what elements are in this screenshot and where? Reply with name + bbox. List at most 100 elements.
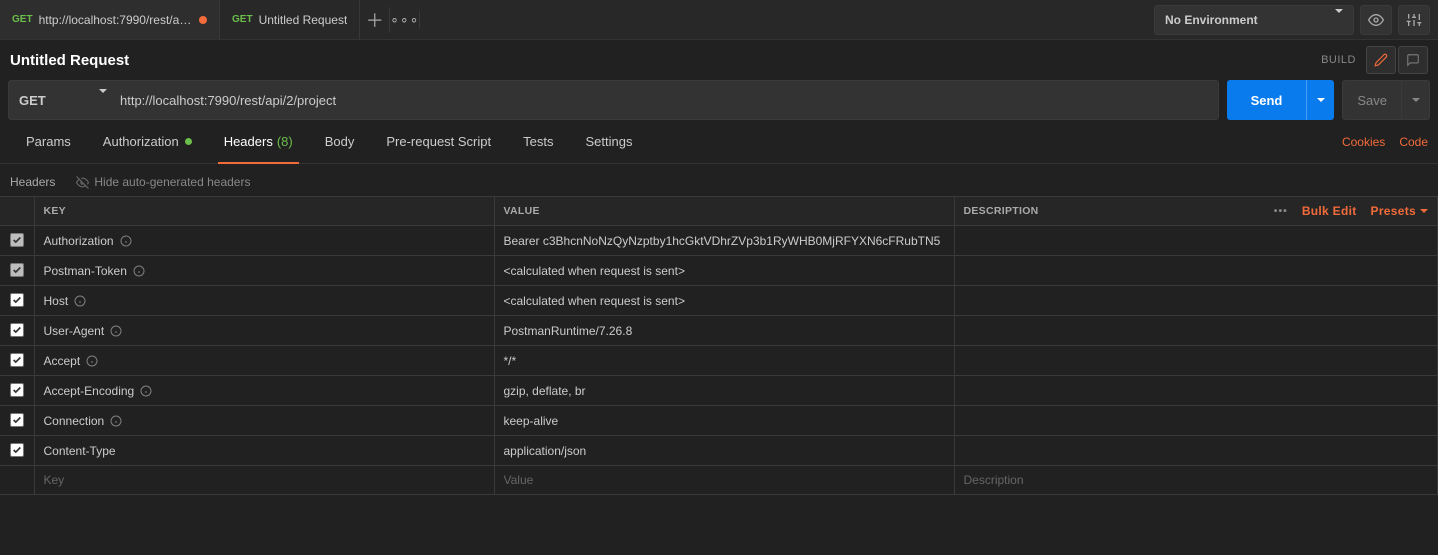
header-value-cell[interactable]: PostmanRuntime/7.26.8 xyxy=(504,324,633,338)
send-button[interactable]: Send xyxy=(1227,80,1307,120)
header-key-cell[interactable]: Connection xyxy=(44,414,485,428)
request-tab[interactable]: GETUntitled Request xyxy=(220,0,360,39)
header-row: Accept */* xyxy=(0,346,1438,376)
header-new-row xyxy=(0,466,1438,495)
new-header-description-input[interactable] xyxy=(964,473,1429,487)
header-col-description-label: DESCRIPTION xyxy=(964,205,1039,217)
tab-prerequest[interactable]: Pre-request Script xyxy=(370,120,507,163)
hide-auto-headers-label: Hide auto-generated headers xyxy=(94,175,250,189)
cookies-link[interactable]: Cookies xyxy=(1342,135,1385,149)
send-dropdown-button[interactable] xyxy=(1306,80,1334,120)
request-url-input[interactable] xyxy=(110,80,1219,120)
header-value-cell[interactable]: gzip, deflate, br xyxy=(504,384,586,398)
code-link[interactable]: Code xyxy=(1399,135,1428,149)
settings-sliders-button[interactable] xyxy=(1398,5,1430,35)
header-key: Postman-Token xyxy=(44,264,127,278)
build-label: BUILD xyxy=(1321,54,1356,66)
header-value-cell[interactable]: Bearer c3BhcnNoNzQyNzptby1hcGktVDhrZVp3b… xyxy=(504,234,941,248)
header-row: Host <calculated when request is sent> xyxy=(0,286,1438,316)
chevron-down-icon xyxy=(1335,13,1343,27)
header-enable-checkbox[interactable] xyxy=(10,413,24,427)
new-tab-button[interactable]: ＋ xyxy=(360,7,390,33)
header-row: Connection keep-alive xyxy=(0,406,1438,436)
info-icon xyxy=(133,265,145,277)
request-tab[interactable]: GEThttp://localhost:7990/rest/api/2... xyxy=(0,0,220,39)
header-value-cell[interactable]: <calculated when request is sent> xyxy=(504,294,685,308)
request-tabs: GEThttp://localhost:7990/rest/api/2...GE… xyxy=(0,0,360,39)
preview-environment-button[interactable] xyxy=(1360,5,1392,35)
header-key-cell[interactable]: Content-Type xyxy=(44,444,485,458)
header-key-cell[interactable]: Host xyxy=(44,294,485,308)
tab-authorization[interactable]: Authorization xyxy=(87,120,208,163)
header-enable-checkbox[interactable] xyxy=(10,383,24,397)
top-tab-bar: GEThttp://localhost:7990/rest/api/2...GE… xyxy=(0,0,1438,40)
sliders-icon xyxy=(1406,12,1422,28)
chevron-down-icon xyxy=(99,93,107,108)
header-col-checkbox xyxy=(0,197,34,226)
chevron-down-icon xyxy=(1412,98,1420,102)
info-icon xyxy=(110,325,122,337)
tab-headers-label: Headers xyxy=(224,134,273,149)
edit-request-button[interactable] xyxy=(1366,46,1396,74)
header-col-description: DESCRIPTION ••• Bulk Edit Presets xyxy=(954,197,1438,226)
tab-body[interactable]: Body xyxy=(309,120,371,163)
tab-tests[interactable]: Tests xyxy=(507,120,569,163)
header-key-cell[interactable]: Postman-Token xyxy=(44,264,485,278)
presets-label: Presets xyxy=(1371,204,1416,218)
header-enable-checkbox[interactable] xyxy=(10,443,24,457)
tab-title: http://localhost:7990/rest/api/2... xyxy=(39,13,193,27)
save-dropdown-button[interactable] xyxy=(1402,80,1430,120)
header-enable-checkbox[interactable] xyxy=(10,293,24,307)
header-enable-checkbox[interactable] xyxy=(10,323,24,337)
info-icon xyxy=(140,385,152,397)
header-value-cell[interactable]: application/json xyxy=(504,444,587,458)
header-key: User-Agent xyxy=(44,324,105,338)
comments-button[interactable] xyxy=(1398,46,1428,74)
tabs-overflow-button[interactable]: ∘∘∘ xyxy=(390,11,420,28)
comment-icon xyxy=(1406,53,1420,67)
header-row: User-Agent PostmanRuntime/7.26.8 xyxy=(0,316,1438,346)
header-col-value: VALUE xyxy=(494,197,954,226)
header-value-cell[interactable]: keep-alive xyxy=(504,414,559,428)
request-title-row: Untitled Request BUILD xyxy=(0,40,1438,80)
header-value-cell[interactable]: <calculated when request is sent> xyxy=(504,264,685,278)
header-enable-checkbox[interactable] xyxy=(10,353,24,367)
header-value-cell[interactable]: */* xyxy=(504,354,517,368)
headers-more-button[interactable]: ••• xyxy=(1274,205,1288,217)
tab-params[interactable]: Params xyxy=(10,120,87,163)
presets-dropdown[interactable]: Presets xyxy=(1371,204,1428,218)
header-row: Authorization Bearer c3BhcnNoNzQyNzptby1h… xyxy=(0,226,1438,256)
hide-auto-headers-button[interactable]: Hide auto-generated headers xyxy=(69,172,257,192)
environment-select[interactable]: No Environment xyxy=(1154,5,1354,35)
header-enable-checkbox[interactable] xyxy=(10,263,24,277)
new-header-value-input[interactable] xyxy=(504,473,945,487)
tab-settings[interactable]: Settings xyxy=(569,120,648,163)
tab-title: Untitled Request xyxy=(259,13,348,27)
new-header-key-input[interactable] xyxy=(44,473,485,487)
header-col-key: KEY xyxy=(34,197,494,226)
request-subtabs: Params Authorization Headers (8) Body Pr… xyxy=(0,120,1438,164)
info-icon xyxy=(74,295,86,307)
tab-headers[interactable]: Headers (8) xyxy=(208,120,309,163)
environment-selected: No Environment xyxy=(1165,13,1258,27)
header-enable-checkbox[interactable] xyxy=(10,233,24,247)
request-title: Untitled Request xyxy=(10,52,129,69)
http-method-select[interactable]: GET xyxy=(8,80,118,120)
tab-authorization-label: Authorization xyxy=(103,134,179,149)
header-key-cell[interactable]: Authorization xyxy=(44,234,485,248)
unsaved-dot-icon xyxy=(199,16,207,24)
header-key: Accept-Encoding xyxy=(44,384,135,398)
header-key-cell[interactable]: Accept xyxy=(44,354,485,368)
info-icon xyxy=(110,415,122,427)
save-button[interactable]: Save xyxy=(1342,80,1402,120)
header-key: Accept xyxy=(44,354,81,368)
tab-headers-count: (8) xyxy=(277,134,293,149)
header-key-cell[interactable]: Accept-Encoding xyxy=(44,384,485,398)
bulk-edit-link[interactable]: Bulk Edit xyxy=(1302,204,1357,218)
header-key: Connection xyxy=(44,414,105,428)
pencil-icon xyxy=(1374,53,1388,67)
eye-icon xyxy=(1368,12,1384,28)
info-icon xyxy=(86,355,98,367)
chevron-down-icon xyxy=(1317,98,1325,102)
header-key-cell[interactable]: User-Agent xyxy=(44,324,485,338)
